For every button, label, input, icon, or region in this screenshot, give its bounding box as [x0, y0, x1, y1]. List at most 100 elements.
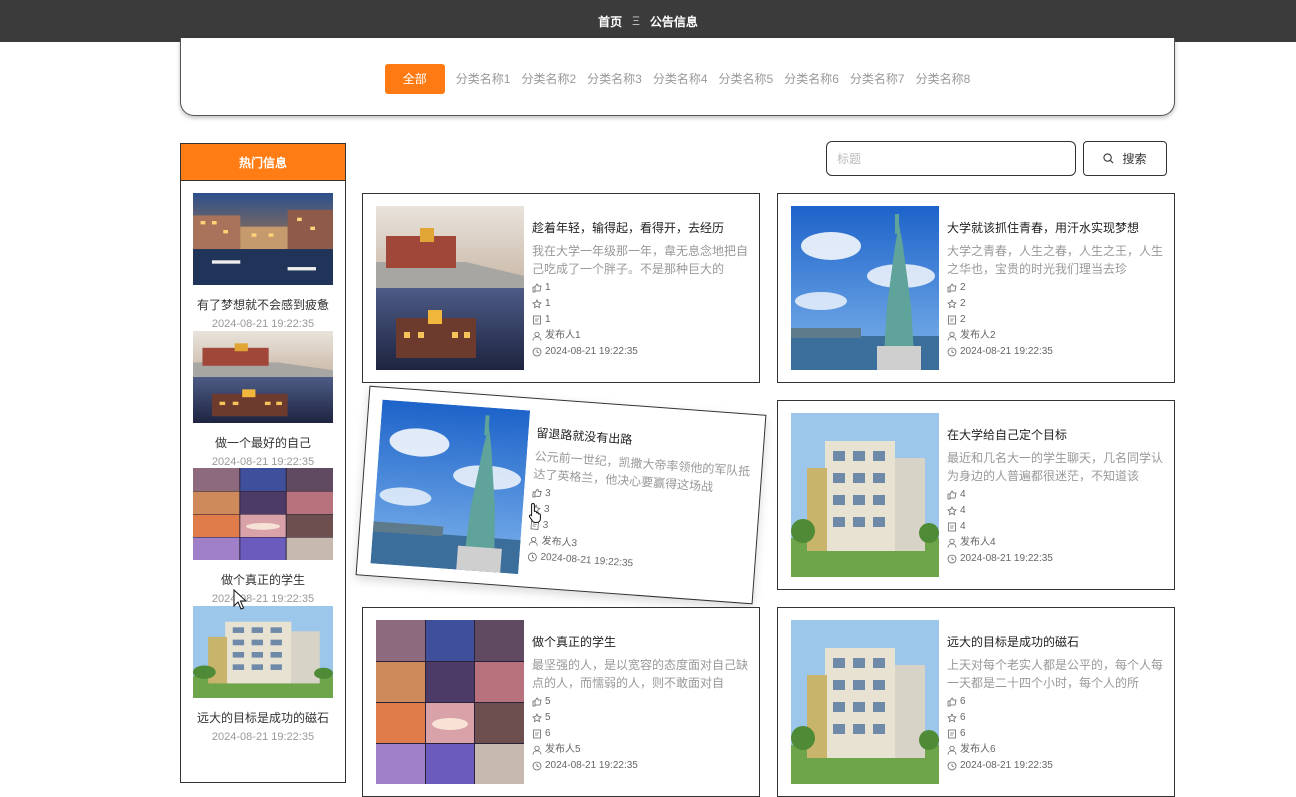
hot-item-date: 2024-08-21 19:22:35	[193, 318, 333, 330]
star-icon	[531, 504, 542, 515]
star-icon	[532, 713, 542, 723]
clock-icon	[947, 347, 957, 357]
hot-item[interactable]: 做个真正的学生 2024-08-21 19:22:35	[193, 468, 333, 605]
hot-item-image[interactable]	[193, 331, 333, 423]
card-comments-count: 4	[960, 519, 966, 535]
card-date-text: 2024-08-21 19:22:35	[960, 551, 1053, 567]
hot-item[interactable]: 远大的目标是成功的磁石 2024-08-21 19:22:35	[193, 606, 333, 743]
info-card-hovered[interactable]: 留退路就没有出路 公元前一世纪，凯撒大帝率领他的军队抵达了英格兰，他决心要赢得这…	[356, 386, 767, 605]
user-icon	[528, 536, 539, 547]
card-date: 2024-08-21 19:22:35	[532, 758, 750, 774]
card-date: 2024-08-21 19:22:35	[947, 344, 1165, 360]
comment-icon	[532, 315, 542, 325]
info-card[interactable]: 做个真正的学生 最坚强的人，是以宽容的态度面对自己缺点的人，而懦弱的人，则不敢面…	[362, 607, 760, 797]
card-likes-count: 5	[545, 694, 551, 710]
card-likes: 1	[532, 280, 750, 296]
hot-item-title[interactable]: 做一个最好的自己	[193, 434, 333, 451]
search-input[interactable]	[826, 141, 1076, 176]
card-comments-count: 1	[545, 312, 551, 328]
card-favorites-count: 3	[543, 502, 550, 518]
card-date: 2024-08-21 19:22:35	[947, 758, 1165, 774]
card-comments: 6	[532, 726, 750, 742]
hot-item[interactable]: 做一个最好的自己 2024-08-21 19:22:35	[193, 331, 333, 468]
search-button[interactable]: 搜索	[1083, 141, 1167, 176]
star-icon	[947, 713, 957, 723]
hot-item-date: 2024-08-21 19:22:35	[193, 731, 333, 743]
card-image[interactable]	[376, 206, 524, 370]
category-all-button[interactable]: 全部	[385, 64, 445, 94]
category-item-8[interactable]: 分类名称8	[916, 70, 971, 87]
card-description: 最近和几名大一的学生聊天，几名同学认为身边的人普遍都很迷茫，不知道该	[947, 449, 1165, 485]
hot-item-image[interactable]	[193, 606, 333, 698]
card-image[interactable]	[791, 206, 939, 370]
card-favorites: 1	[532, 296, 750, 312]
hot-item-date: 2024-08-21 19:22:35	[193, 593, 333, 605]
thumbs-up-icon	[532, 283, 542, 293]
breadcrumb-home-link[interactable]: 首页	[598, 13, 622, 30]
hot-item-image[interactable]	[193, 468, 333, 560]
category-filter-panel: 全部 分类名称1 分类名称2 分类名称3 分类名称4 分类名称5 分类名称6 分…	[180, 38, 1175, 116]
thumbs-up-icon	[532, 697, 542, 707]
breadcrumb-separator-icon: Ξ	[632, 14, 640, 28]
card-author-name: 发布人1	[545, 328, 581, 344]
card-date-text: 2024-08-21 19:22:35	[960, 344, 1053, 360]
card-likes-count: 4	[960, 487, 966, 503]
card-image[interactable]	[791, 620, 939, 784]
hot-info-title: 热门信息	[181, 144, 345, 181]
category-item-7[interactable]: 分类名称7	[850, 70, 905, 87]
info-card[interactable]: 在大学给自己定个目标 最近和几名大一的学生聊天，几名同学认为身边的人普遍都很迷茫…	[777, 400, 1175, 590]
card-date: 2024-08-21 19:22:35	[947, 551, 1165, 567]
clock-icon	[947, 761, 957, 771]
card-comments: 6	[947, 726, 1165, 742]
card-title[interactable]: 做个真正的学生	[532, 633, 750, 650]
comment-icon	[532, 729, 542, 739]
category-item-1[interactable]: 分类名称1	[456, 70, 511, 87]
hot-item-date: 2024-08-21 19:22:35	[193, 456, 333, 468]
card-title[interactable]: 远大的目标是成功的磁石	[947, 633, 1165, 650]
card-title[interactable]: 在大学给自己定个目标	[947, 426, 1165, 443]
hot-item-title[interactable]: 远大的目标是成功的磁石	[193, 709, 333, 726]
category-item-2[interactable]: 分类名称2	[521, 70, 576, 87]
hot-item[interactable]: 有了梦想就不会感到疲惫 2024-08-21 19:22:35	[193, 193, 333, 330]
card-likes-count: 3	[544, 486, 551, 502]
card-likes-count: 6	[960, 694, 966, 710]
hot-item-title[interactable]: 有了梦想就不会感到疲惫	[193, 296, 333, 313]
card-title[interactable]: 趁着年轻，输得起，看得开，去经历	[532, 219, 750, 236]
card-description: 最坚强的人，是以宽容的态度面对自己缺点的人，而懦弱的人，则不敢面对自	[532, 656, 750, 692]
card-comments: 4	[947, 519, 1165, 535]
category-item-3[interactable]: 分类名称3	[587, 70, 642, 87]
card-favorites-count: 2	[960, 296, 966, 312]
card-author-name: 发布人2	[960, 328, 996, 344]
info-card[interactable]: 趁着年轻，输得起，看得开，去经历 我在大学一年级那一年，韋无息念地把自己吃成了一…	[362, 193, 760, 383]
card-description: 大学之青春，人生之春，人生之王，人生之华也，宝贵的时光我们理当去珍	[947, 242, 1165, 278]
card-likes-count: 2	[960, 280, 966, 296]
card-comments: 1	[532, 312, 750, 328]
card-image[interactable]	[370, 400, 530, 574]
card-favorites-count: 4	[960, 503, 966, 519]
card-comments-count: 2	[960, 312, 966, 328]
card-description: 上天对每个老实人都是公平的，每个人每一天都是二十四个小时，每个人的所	[947, 656, 1165, 692]
comment-icon	[947, 729, 957, 739]
comment-icon	[947, 522, 957, 532]
category-item-4[interactable]: 分类名称4	[653, 70, 708, 87]
breadcrumb-current: 公告信息	[650, 13, 698, 30]
card-favorites-count: 5	[545, 710, 551, 726]
hot-item-title[interactable]: 做个真正的学生	[193, 571, 333, 588]
comment-icon	[529, 520, 540, 531]
card-comments: 2	[947, 312, 1165, 328]
comment-icon	[947, 315, 957, 325]
clock-icon	[532, 347, 542, 357]
category-item-6[interactable]: 分类名称6	[784, 70, 839, 87]
card-date-text: 2024-08-21 19:22:35	[545, 758, 638, 774]
user-icon	[947, 331, 957, 341]
card-image[interactable]	[791, 413, 939, 577]
card-title[interactable]: 大学就该抓住青春，用汗水实现梦想	[947, 219, 1165, 236]
info-card[interactable]: 远大的目标是成功的磁石 上天对每个老实人都是公平的，每个人每一天都是二十四个小时…	[777, 607, 1175, 797]
card-image[interactable]	[376, 620, 524, 784]
thumbs-up-icon	[947, 697, 957, 707]
hot-item-image[interactable]	[193, 193, 333, 285]
card-comments-count: 6	[545, 726, 551, 742]
user-icon	[947, 745, 957, 755]
info-card[interactable]: 大学就该抓住青春，用汗水实现梦想 大学之青春，人生之春，人生之王，人生之华也，宝…	[777, 193, 1175, 383]
category-item-5[interactable]: 分类名称5	[719, 70, 774, 87]
